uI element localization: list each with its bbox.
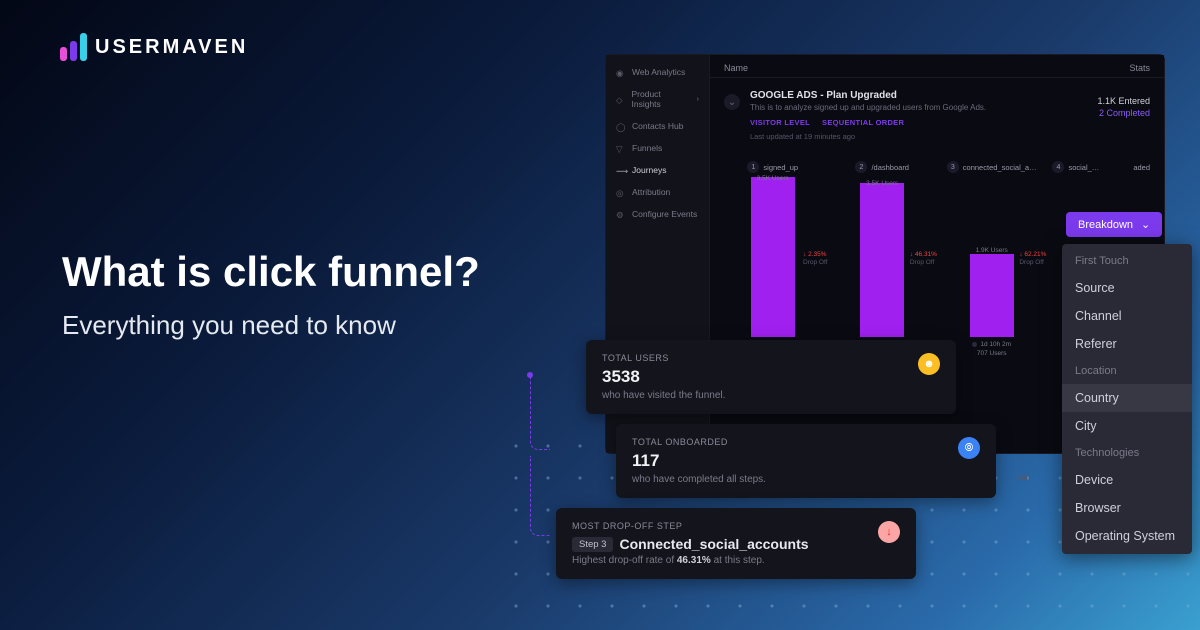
breakdown-menu: First Touch Source Channel Referer Locat… xyxy=(1062,244,1192,554)
card-sub: Highest drop-off rate of 46.31% at this … xyxy=(572,555,870,566)
funnel-title: GOOGLE ADS - Plan Upgraded xyxy=(750,90,1087,101)
col-name: Name xyxy=(724,63,748,73)
card-label: MOST DROP-OFF STEP xyxy=(572,521,870,531)
chevron-down-icon: ⌄ xyxy=(728,97,736,108)
crowd-icon: ⦾ xyxy=(958,437,980,459)
menu-item-os[interactable]: Operating System xyxy=(1062,522,1192,550)
card-value: 117 xyxy=(632,451,950,471)
menu-item-device[interactable]: Device xyxy=(1062,466,1192,494)
sidebar-item-configure-events[interactable]: ⚙Configure Events xyxy=(606,203,709,225)
card-most-drop-off: MOST DROP-OFF STEP Step 3 Connected_soci… xyxy=(556,508,916,579)
smile-icon: ☻ xyxy=(918,353,940,375)
card-total-users: TOTAL USERS 3538 who have visited the fu… xyxy=(586,340,956,414)
chevron-down-icon: ⌄ xyxy=(1141,218,1150,231)
col-stats: Stats xyxy=(1129,63,1150,73)
card-label: TOTAL USERS xyxy=(602,353,910,363)
globe-icon: ◉ xyxy=(616,68,624,76)
badge-sequential-order: SEQUENTIAL ORDER xyxy=(822,118,904,127)
menu-item-browser[interactable]: Browser xyxy=(1062,494,1192,522)
path-icon: ⟿ xyxy=(616,166,624,174)
breakdown-button[interactable]: Breakdown ⌄ xyxy=(1066,212,1162,237)
sidebar-item-journeys[interactable]: ⟿Journeys xyxy=(606,159,709,181)
table-header: Name Stats xyxy=(710,55,1164,78)
chevron-right-icon: › xyxy=(697,96,699,103)
card-connectors xyxy=(530,374,550,542)
sidebar-item-contacts-hub[interactable]: ◯Contacts Hub xyxy=(606,115,709,137)
user-icon: ◯ xyxy=(616,122,624,130)
target-icon: ◎ xyxy=(616,188,624,196)
page-title: What is click funnel? xyxy=(62,248,480,296)
card-sub: who have visited the funnel. xyxy=(602,390,910,401)
sidebar-item-attribution[interactable]: ◎Attribution xyxy=(606,181,709,203)
funnel-header: ⌄ GOOGLE ADS - Plan Upgraded This is to … xyxy=(710,78,1164,153)
collapse-button[interactable]: ⌄ xyxy=(724,94,740,110)
menu-item-source[interactable]: Source xyxy=(1062,274,1192,302)
menu-item-referer[interactable]: Referer xyxy=(1062,330,1192,358)
drop-step-name: Connected_social_accounts xyxy=(619,536,808,552)
gear-icon: ⚙ xyxy=(616,210,624,218)
funnel-desc: This is to analyze signed up and upgrade… xyxy=(750,103,1087,112)
updated-at: Last updated at 19 minutes ago xyxy=(750,132,1087,141)
headline-block: What is click funnel? Everything you nee… xyxy=(62,248,480,341)
card-total-onboarded: TOTAL ONBOARDED 117 who have completed a… xyxy=(616,424,996,498)
funnel-icon: ▽ xyxy=(616,144,624,152)
stat-entered: 1.1K Entered xyxy=(1097,96,1150,106)
badge-visitor-level: VISITOR LEVEL xyxy=(750,118,810,127)
menu-header-first-touch: First Touch xyxy=(1062,248,1192,274)
logo-text: USERMAVEN xyxy=(95,36,248,59)
menu-item-channel[interactable]: Channel xyxy=(1062,302,1192,330)
menu-item-city[interactable]: City xyxy=(1062,412,1192,440)
brand-logo: USERMAVEN xyxy=(60,33,248,61)
sidebar-item-product-insights[interactable]: ◇Product Insights› xyxy=(606,83,709,115)
stat-completed: 2 Completed xyxy=(1097,108,1150,118)
bulb-icon: ◇ xyxy=(616,95,624,103)
menu-item-country[interactable]: Country xyxy=(1062,384,1192,412)
sidebar-item-funnels[interactable]: ▽Funnels xyxy=(606,137,709,159)
logo-mark xyxy=(60,33,87,61)
page-subtitle: Everything you need to know xyxy=(62,310,480,341)
sidebar-item-web-analytics[interactable]: ◉Web Analytics xyxy=(606,61,709,83)
card-value: 3538 xyxy=(602,367,910,387)
step-chip: Step 3 xyxy=(572,537,613,552)
arrow-down-icon: ↓ xyxy=(878,521,900,543)
card-sub: who have completed all steps. xyxy=(632,474,950,485)
menu-header-location: Location xyxy=(1062,358,1192,384)
menu-header-technologies: Technologies xyxy=(1062,440,1192,466)
summary-cards: TOTAL USERS 3538 who have visited the fu… xyxy=(556,340,996,589)
card-label: TOTAL ONBOARDED xyxy=(632,437,950,447)
